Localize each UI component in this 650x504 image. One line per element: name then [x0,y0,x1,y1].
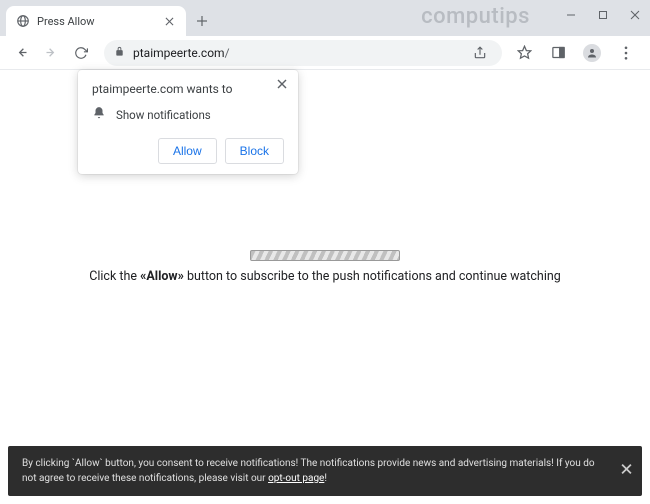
bookmark-star-icon[interactable] [512,41,536,65]
footer-close-button[interactable] [621,461,632,482]
share-icon[interactable] [468,41,492,65]
browser-title-bar: computips Press Allow [0,0,650,36]
url-domain: ptaimpeerte.com [133,46,225,60]
notification-prompt: ptaimpeerte.com wants to Show notificati… [78,70,298,174]
window-controls [564,8,642,22]
instruction-prefix: Click the [89,269,140,284]
new-tab-button[interactable] [190,9,214,33]
tab-title: Press Allow [37,15,155,28]
bell-icon [92,106,106,124]
prompt-close-button[interactable] [274,76,290,92]
url-path: / [225,46,230,60]
browser-toolbar: ptaimpeerte.com/ [0,36,650,70]
globe-icon [16,14,30,28]
browser-tab[interactable]: Press Allow [6,6,186,36]
allow-button[interactable]: Allow [158,138,217,164]
prompt-permission-label: Show notifications [116,108,211,122]
lock-icon [114,46,125,60]
forward-button[interactable] [38,40,64,66]
window-close-button[interactable] [628,8,642,22]
prompt-permission-row: Show notifications [92,106,284,124]
address-bar[interactable]: ptaimpeerte.com/ [104,40,502,66]
toolbar-right-icons [512,41,642,65]
footer-text-suffix: ! [324,473,327,484]
opt-out-link[interactable]: opt-out page [268,473,324,484]
instruction-bold: «Allow» [140,269,184,284]
instruction-text: Click the «Allow» button to subscribe to… [0,269,650,284]
window-maximize-button[interactable] [596,8,610,22]
window-minimize-button[interactable] [564,8,578,22]
page-center-content: Click the «Allow» button to subscribe to… [0,250,650,284]
watermark-text: computips [421,4,530,29]
prompt-site-text: ptaimpeerte.com wants to [92,82,284,96]
consent-footer: By clicking `Allow` button, you consent … [8,446,642,496]
menu-dots-icon[interactable] [614,41,638,65]
profile-avatar-button[interactable] [580,41,604,65]
tab-close-button[interactable] [162,14,176,28]
instruction-suffix: button to subscribe to the push notifica… [184,269,561,284]
reload-button[interactable] [68,40,94,66]
block-button[interactable]: Block [225,138,284,164]
page-content: ptaimpeerte.com wants to Show notificati… [0,70,650,504]
loading-bar-icon [250,250,400,261]
prompt-buttons: Allow Block [92,138,284,164]
back-button[interactable] [8,40,34,66]
url-text: ptaimpeerte.com/ [133,46,460,60]
side-panel-icon[interactable] [546,41,570,65]
